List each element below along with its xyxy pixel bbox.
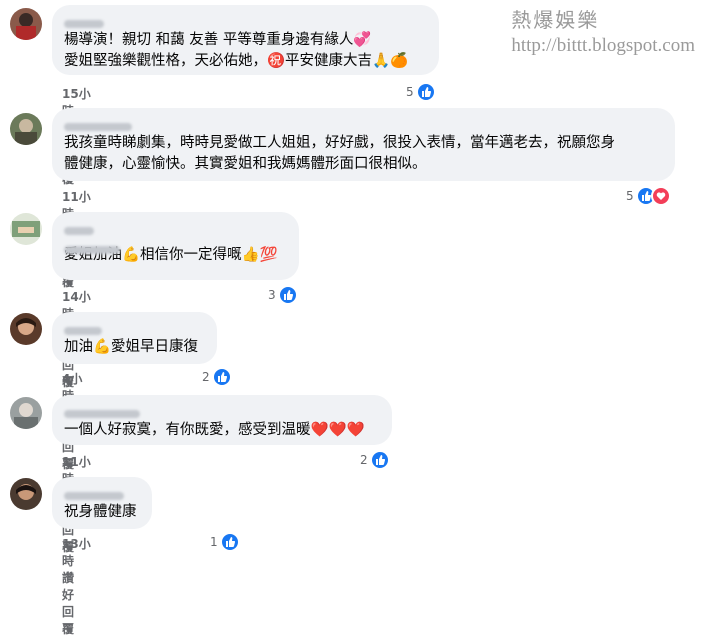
avatar[interactable] xyxy=(10,397,42,429)
reaction-summary[interactable]: 1 xyxy=(210,532,240,552)
avatar[interactable] xyxy=(10,8,42,40)
reaction-summary[interactable]: 2 xyxy=(360,450,390,470)
comment-bubble: 祝身體健康 xyxy=(52,477,152,529)
reaction-summary[interactable]: 2 xyxy=(202,367,232,387)
comment-bubble: 我孩童時睇劇集，時時見愛做工人姐姐，好好戲，很投入表情，當年邁老去，祝願您身 體… xyxy=(52,108,675,181)
reaction-summary[interactable]: 5 xyxy=(626,186,671,206)
avatar[interactable] xyxy=(10,213,42,245)
reaction-count: 2 xyxy=(202,370,210,384)
watermark-url: http://bittt.blogspot.com xyxy=(511,35,695,56)
comment-text-line: 愛姐堅強樂觀性格，天必佑她，㊗️平安健康大吉🙏🍊 xyxy=(64,53,409,69)
avatar[interactable] xyxy=(10,478,42,510)
thumbs-up-icon xyxy=(415,82,436,102)
commenter-name-blurred[interactable] xyxy=(64,403,380,418)
reaction-count: 3 xyxy=(268,288,276,302)
watermark: 熱爆娛樂 http://bittt.blogspot.com xyxy=(511,4,695,57)
reaction-summary[interactable]: 5 xyxy=(406,82,436,102)
reaction-count: 2 xyxy=(360,453,368,467)
commenter-name-blurred[interactable] xyxy=(64,320,205,335)
reaction-count: 5 xyxy=(626,189,634,203)
comment-text-line: 體健康，心靈愉快。其實愛姐和我媽媽體形面口很相似。 xyxy=(64,156,427,172)
avatar[interactable] xyxy=(10,113,42,145)
avatar[interactable] xyxy=(10,313,42,345)
commenter-name-blurred[interactable] xyxy=(64,13,427,28)
comment-text-line: 加油💪愛姐早日康復 xyxy=(64,339,199,355)
like-button[interactable]: 讚好 xyxy=(62,571,74,602)
thumbs-up-icon xyxy=(277,285,298,305)
reply-button[interactable]: 回覆 xyxy=(62,605,74,636)
commenter-name-blurred[interactable] xyxy=(64,485,140,500)
reaction-count: 5 xyxy=(406,85,414,99)
comment-text-line: 楊導演！親切 和藹 友善 平等尊重身邊有緣人💞 xyxy=(64,32,372,48)
comment-bubble: 加油💪愛姐早日康復 xyxy=(52,312,217,364)
comment-bubble: 愛姐加油💪相信你一定得嘅👍💯 xyxy=(52,212,299,280)
comment-text-line: 一個人好寂寞，有你既愛，感受到温暖❤️❤️❤️ xyxy=(64,422,365,438)
comment-bubble: 一個人好寂寞，有你既愛，感受到温暖❤️❤️❤️ xyxy=(52,395,392,445)
comment-text-line: 我孩童時睇劇集，時時見愛做工人姐姐，好好戲，很投入表情，當年邁老去，祝願您身 xyxy=(64,135,615,151)
heart-icon xyxy=(650,186,671,206)
thumbs-up-icon xyxy=(211,367,232,387)
comment-actions: 13小時 讚好 回覆 xyxy=(62,535,94,637)
commenter-name-blurred[interactable] xyxy=(64,116,663,131)
thumbs-up-icon xyxy=(219,532,240,552)
comment-bubble: 楊導演！親切 和藹 友善 平等尊重身邊有緣人💞 愛姐堅強樂觀性格，天必佑她，㊗️… xyxy=(52,5,439,75)
reaction-count: 1 xyxy=(210,535,218,549)
reaction-summary[interactable]: 3 xyxy=(268,285,298,305)
comment-time: 13小時 xyxy=(62,537,91,568)
watermark-title: 熱爆娛樂 xyxy=(511,8,600,32)
commenter-name-blurred[interactable] xyxy=(64,220,287,254)
comment-text-line: 祝身體健康 xyxy=(64,504,137,520)
thumbs-up-icon xyxy=(369,450,390,470)
